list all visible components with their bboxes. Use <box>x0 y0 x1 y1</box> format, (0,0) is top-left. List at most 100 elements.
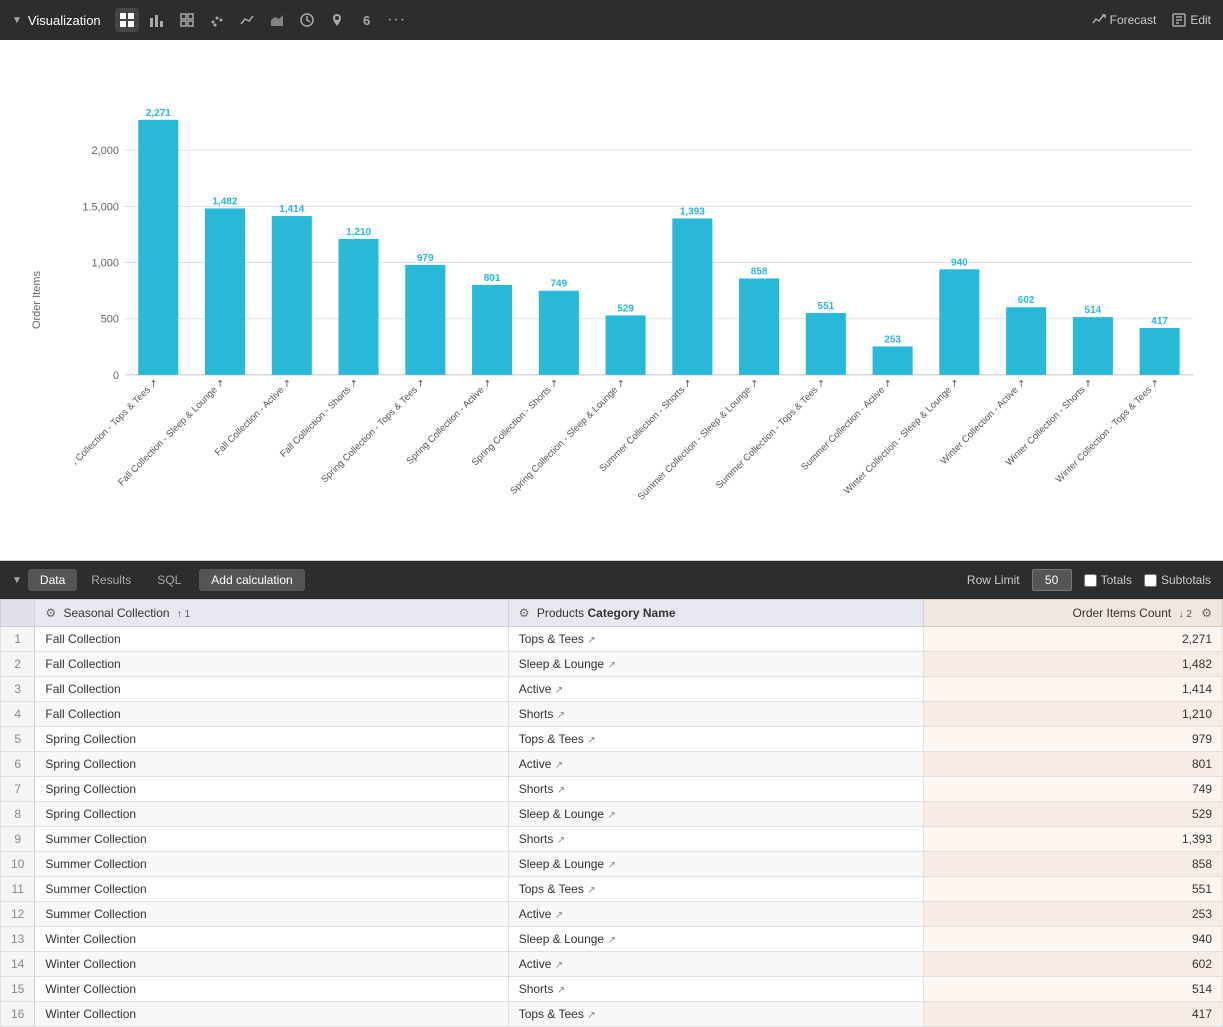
category-cell: Shorts ↗ <box>508 702 924 727</box>
data-table: ⚙ Seasonal Collection ↑ 1 ⚙ Products Cat… <box>0 599 1223 1027</box>
seasonal-collection-header[interactable]: ⚙ Seasonal Collection ↑ 1 <box>35 600 508 627</box>
bar-1[interactable] <box>205 208 245 374</box>
bar-0[interactable] <box>138 120 178 375</box>
seasonal-collection-cell: Summer Collection <box>35 877 508 902</box>
bar-9[interactable] <box>739 278 779 374</box>
bar-8[interactable] <box>672 218 712 374</box>
edit-button[interactable]: Edit <box>1172 13 1211 27</box>
count-cell: 514 <box>924 977 1223 1002</box>
svg-text:Spring Collection - Sleep & Lo: Spring Collection - Sleep & Lounge ↗ <box>508 377 627 496</box>
table-view-icon[interactable] <box>115 8 139 32</box>
totals-checkbox-label[interactable]: Totals <box>1084 573 1132 587</box>
scatter-view-icon[interactable] <box>205 8 229 32</box>
bar-11[interactable] <box>873 346 913 374</box>
row-number: 7 <box>1 777 35 802</box>
bar-2[interactable] <box>272 216 312 375</box>
seasonal-collection-cell: Summer Collection <box>35 827 508 852</box>
table-row: 14 Winter Collection Active ↗ 602 <box>1 952 1223 977</box>
tab-results[interactable]: Results <box>79 569 143 591</box>
chart-area: Order Items 05001,0001.5,0002,0002,271Fa… <box>0 40 1223 560</box>
bar-chart-view-icon[interactable] <box>145 8 169 32</box>
subtotals-checkbox-label[interactable]: Subtotals <box>1144 573 1211 587</box>
row-num-header <box>1 600 35 627</box>
svg-text:858: 858 <box>751 267 768 278</box>
svg-text:Summer Collection - Tops & Tee: Summer Collection - Tops & Tees ↗ <box>714 377 828 491</box>
svg-text:1,000: 1,000 <box>91 258 118 270</box>
bar-13[interactable] <box>1006 307 1046 375</box>
category-gear-icon[interactable]: ⚙ <box>519 606 530 620</box>
svg-text:749: 749 <box>551 279 568 290</box>
bar-15[interactable] <box>1140 328 1180 375</box>
tab-data[interactable]: Data <box>28 569 77 591</box>
time-view-icon[interactable] <box>295 8 319 32</box>
totals-label: Totals <box>1101 573 1132 587</box>
seasonal-collection-cell: Winter Collection <box>35 1002 508 1027</box>
bar-5[interactable] <box>472 285 512 375</box>
svg-text:2,000: 2,000 <box>91 145 118 157</box>
subtotals-label: Subtotals <box>1161 573 1211 587</box>
more-options-icon[interactable]: ··· <box>385 8 409 32</box>
row-limit-label: Row Limit <box>967 573 1020 587</box>
pin-view-icon[interactable] <box>325 8 349 32</box>
row-limit-input[interactable] <box>1032 569 1072 591</box>
category-cell: Shorts ↗ <box>508 827 924 852</box>
data-panel: ▼ Data Results SQL Add calculation Row L… <box>0 560 1223 1027</box>
seasonal-collection-cell: Fall Collection <box>35 652 508 677</box>
pivot-view-icon[interactable] <box>175 8 199 32</box>
add-calculation-button[interactable]: Add calculation <box>199 569 304 591</box>
svg-text:2,271: 2,271 <box>146 108 171 119</box>
toolbar-left: ▼ Visualization 6 ··· <box>12 8 1084 32</box>
count-sort-icon[interactable]: ↓ 2 <box>1179 609 1192 620</box>
table-row: 7 Spring Collection Shorts ↗ 749 <box>1 777 1223 802</box>
row-number: 4 <box>1 702 35 727</box>
bar-3[interactable] <box>339 239 379 375</box>
count-cell: 1,210 <box>924 702 1223 727</box>
chevron-down-icon-data[interactable]: ▼ <box>12 575 22 586</box>
area-view-icon[interactable] <box>265 8 289 32</box>
forecast-button[interactable]: Forecast <box>1092 13 1157 27</box>
row-number: 16 <box>1 1002 35 1027</box>
seasonal-gear-icon[interactable]: ⚙ <box>45 606 56 620</box>
count-cell: 529 <box>924 802 1223 827</box>
table-header-row: ⚙ Seasonal Collection ↑ 1 ⚙ Products Cat… <box>1 600 1223 627</box>
order-items-count-header[interactable]: Order Items Count ↓ 2 ⚙ <box>924 600 1223 627</box>
toolbar-right: Forecast Edit <box>1092 13 1211 27</box>
category-name-header[interactable]: ⚙ Products Category Name <box>508 600 924 627</box>
seasonal-collection-cell: Winter Collection <box>35 927 508 952</box>
table-row: 16 Winter Collection Tops & Tees ↗ 417 <box>1 1002 1223 1027</box>
chevron-down-icon[interactable]: ▼ <box>12 15 22 26</box>
category-cell: Sleep & Lounge ↗ <box>508 852 924 877</box>
main-toolbar: ▼ Visualization 6 ··· <box>0 0 1223 40</box>
seasonal-sort-icon[interactable]: ↑ 1 <box>177 609 190 620</box>
bar-14[interactable] <box>1073 317 1113 375</box>
bar-12[interactable] <box>939 269 979 375</box>
tab-sql[interactable]: SQL <box>145 569 193 591</box>
count-gear-icon[interactable]: ⚙ <box>1201 606 1212 620</box>
table-row: 6 Spring Collection Active ↗ 801 <box>1 752 1223 777</box>
seasonal-col-label: Seasonal Collection <box>63 606 169 620</box>
line-view-icon[interactable] <box>235 8 259 32</box>
bar-4[interactable] <box>405 265 445 375</box>
bar-7[interactable] <box>606 315 646 374</box>
subtotals-checkbox[interactable] <box>1144 574 1157 587</box>
svg-text:0: 0 <box>113 370 119 382</box>
seasonal-collection-cell: Winter Collection <box>35 952 508 977</box>
table-body: 1 Fall Collection Tops & Tees ↗ 2,271 2 … <box>1 627 1223 1027</box>
seasonal-collection-cell: Spring Collection <box>35 727 508 752</box>
count-cell: 551 <box>924 877 1223 902</box>
seasonal-collection-cell: Spring Collection <box>35 752 508 777</box>
totals-checkbox[interactable] <box>1084 574 1097 587</box>
table-row: 13 Winter Collection Sleep & Lounge ↗ 94… <box>1 927 1223 952</box>
count-cell: 749 <box>924 777 1223 802</box>
seasonal-collection-cell: Summer Collection <box>35 902 508 927</box>
table-row: 9 Summer Collection Shorts ↗ 1,393 <box>1 827 1223 852</box>
row-number: 5 <box>1 727 35 752</box>
y-axis-label: Order Items <box>31 271 43 329</box>
count-cell: 253 <box>924 902 1223 927</box>
number-badge-icon[interactable]: 6 <box>355 8 379 32</box>
bar-10[interactable] <box>806 313 846 375</box>
svg-text:514: 514 <box>1085 305 1102 316</box>
table-row: 1 Fall Collection Tops & Tees ↗ 2,271 <box>1 627 1223 652</box>
bar-6[interactable] <box>539 291 579 375</box>
category-cell: Active ↗ <box>508 952 924 977</box>
